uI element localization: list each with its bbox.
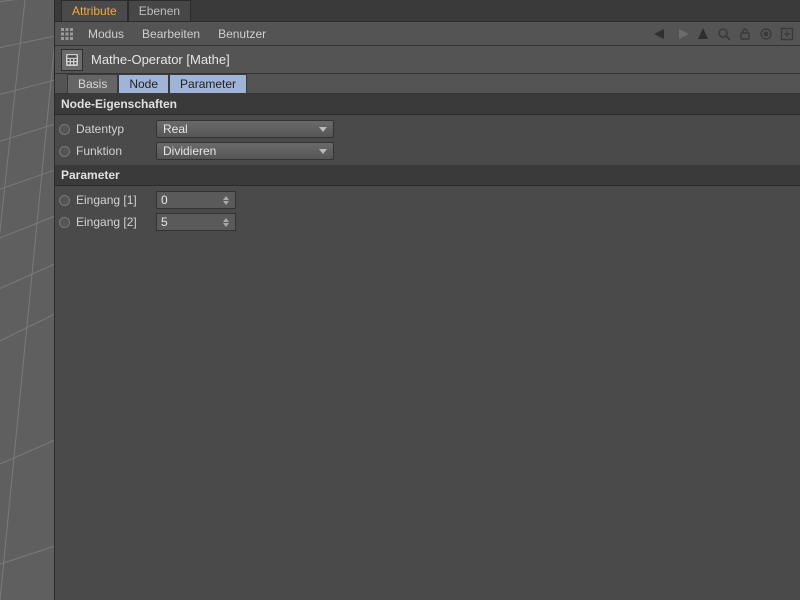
tab-attribute[interactable]: Attribute [61, 0, 128, 21]
dropdown-funktion[interactable]: Dividieren [156, 142, 334, 160]
anim-toggle-datentyp[interactable] [59, 124, 70, 135]
new-window-icon[interactable] [780, 27, 794, 41]
subtab-parameter[interactable]: Parameter [169, 74, 247, 94]
grid-icon[interactable] [55, 22, 79, 46]
dropdown-datentyp-value: Real [163, 122, 188, 136]
lock-icon[interactable] [738, 27, 752, 41]
object-header: Mathe-Operator [Mathe] [55, 46, 800, 74]
nav-up-icon[interactable] [696, 27, 710, 41]
chevron-down-icon [319, 127, 327, 132]
viewport-grid [0, 0, 55, 600]
input-eingang1[interactable]: 0 [156, 191, 236, 209]
search-icon[interactable] [717, 27, 731, 41]
settings-icon[interactable] [759, 27, 773, 41]
chevron-down-icon [319, 149, 327, 154]
tab-ebenen[interactable]: Ebenen [128, 0, 191, 21]
dropdown-datentyp[interactable]: Real [156, 120, 334, 138]
label-eingang1: Eingang [1] [76, 193, 150, 207]
menu-modus[interactable]: Modus [79, 27, 133, 41]
menu-benutzer[interactable]: Benutzer [209, 27, 275, 41]
input-eingang2-value: 5 [161, 215, 168, 229]
input-eingang2[interactable]: 5 [156, 213, 236, 231]
panel-tabs: Attribute Ebenen [55, 0, 800, 22]
anim-toggle-eingang2[interactable] [59, 217, 70, 228]
label-funktion: Funktion [76, 144, 150, 158]
section-header-node-props: Node-Eigenschaften [55, 94, 800, 115]
object-title: Mathe-Operator [Mathe] [91, 52, 230, 67]
section-header-parameter: Parameter [55, 165, 800, 186]
nav-prev-icon[interactable] [654, 27, 668, 41]
subtab-node[interactable]: Node [118, 74, 169, 94]
spinner-eingang2[interactable] [223, 214, 233, 230]
input-eingang1-value: 0 [161, 193, 168, 207]
label-eingang2: Eingang [2] [76, 215, 150, 229]
anim-toggle-eingang1[interactable] [59, 195, 70, 206]
label-datentyp: Datentyp [76, 122, 150, 136]
subtab-basis[interactable]: Basis [67, 74, 118, 94]
menu-bearbeiten[interactable]: Bearbeiten [133, 27, 209, 41]
dropdown-funktion-value: Dividieren [163, 144, 216, 158]
empty-content-area [55, 236, 800, 600]
attribute-menubar: Modus Bearbeiten Benutzer [55, 22, 800, 46]
anim-toggle-funktion[interactable] [59, 146, 70, 157]
spinner-eingang1[interactable] [223, 192, 233, 208]
nav-next-icon[interactable] [675, 27, 689, 41]
calculator-icon [61, 49, 83, 71]
attribute-sub-tabs: Basis Node Parameter [55, 74, 800, 94]
